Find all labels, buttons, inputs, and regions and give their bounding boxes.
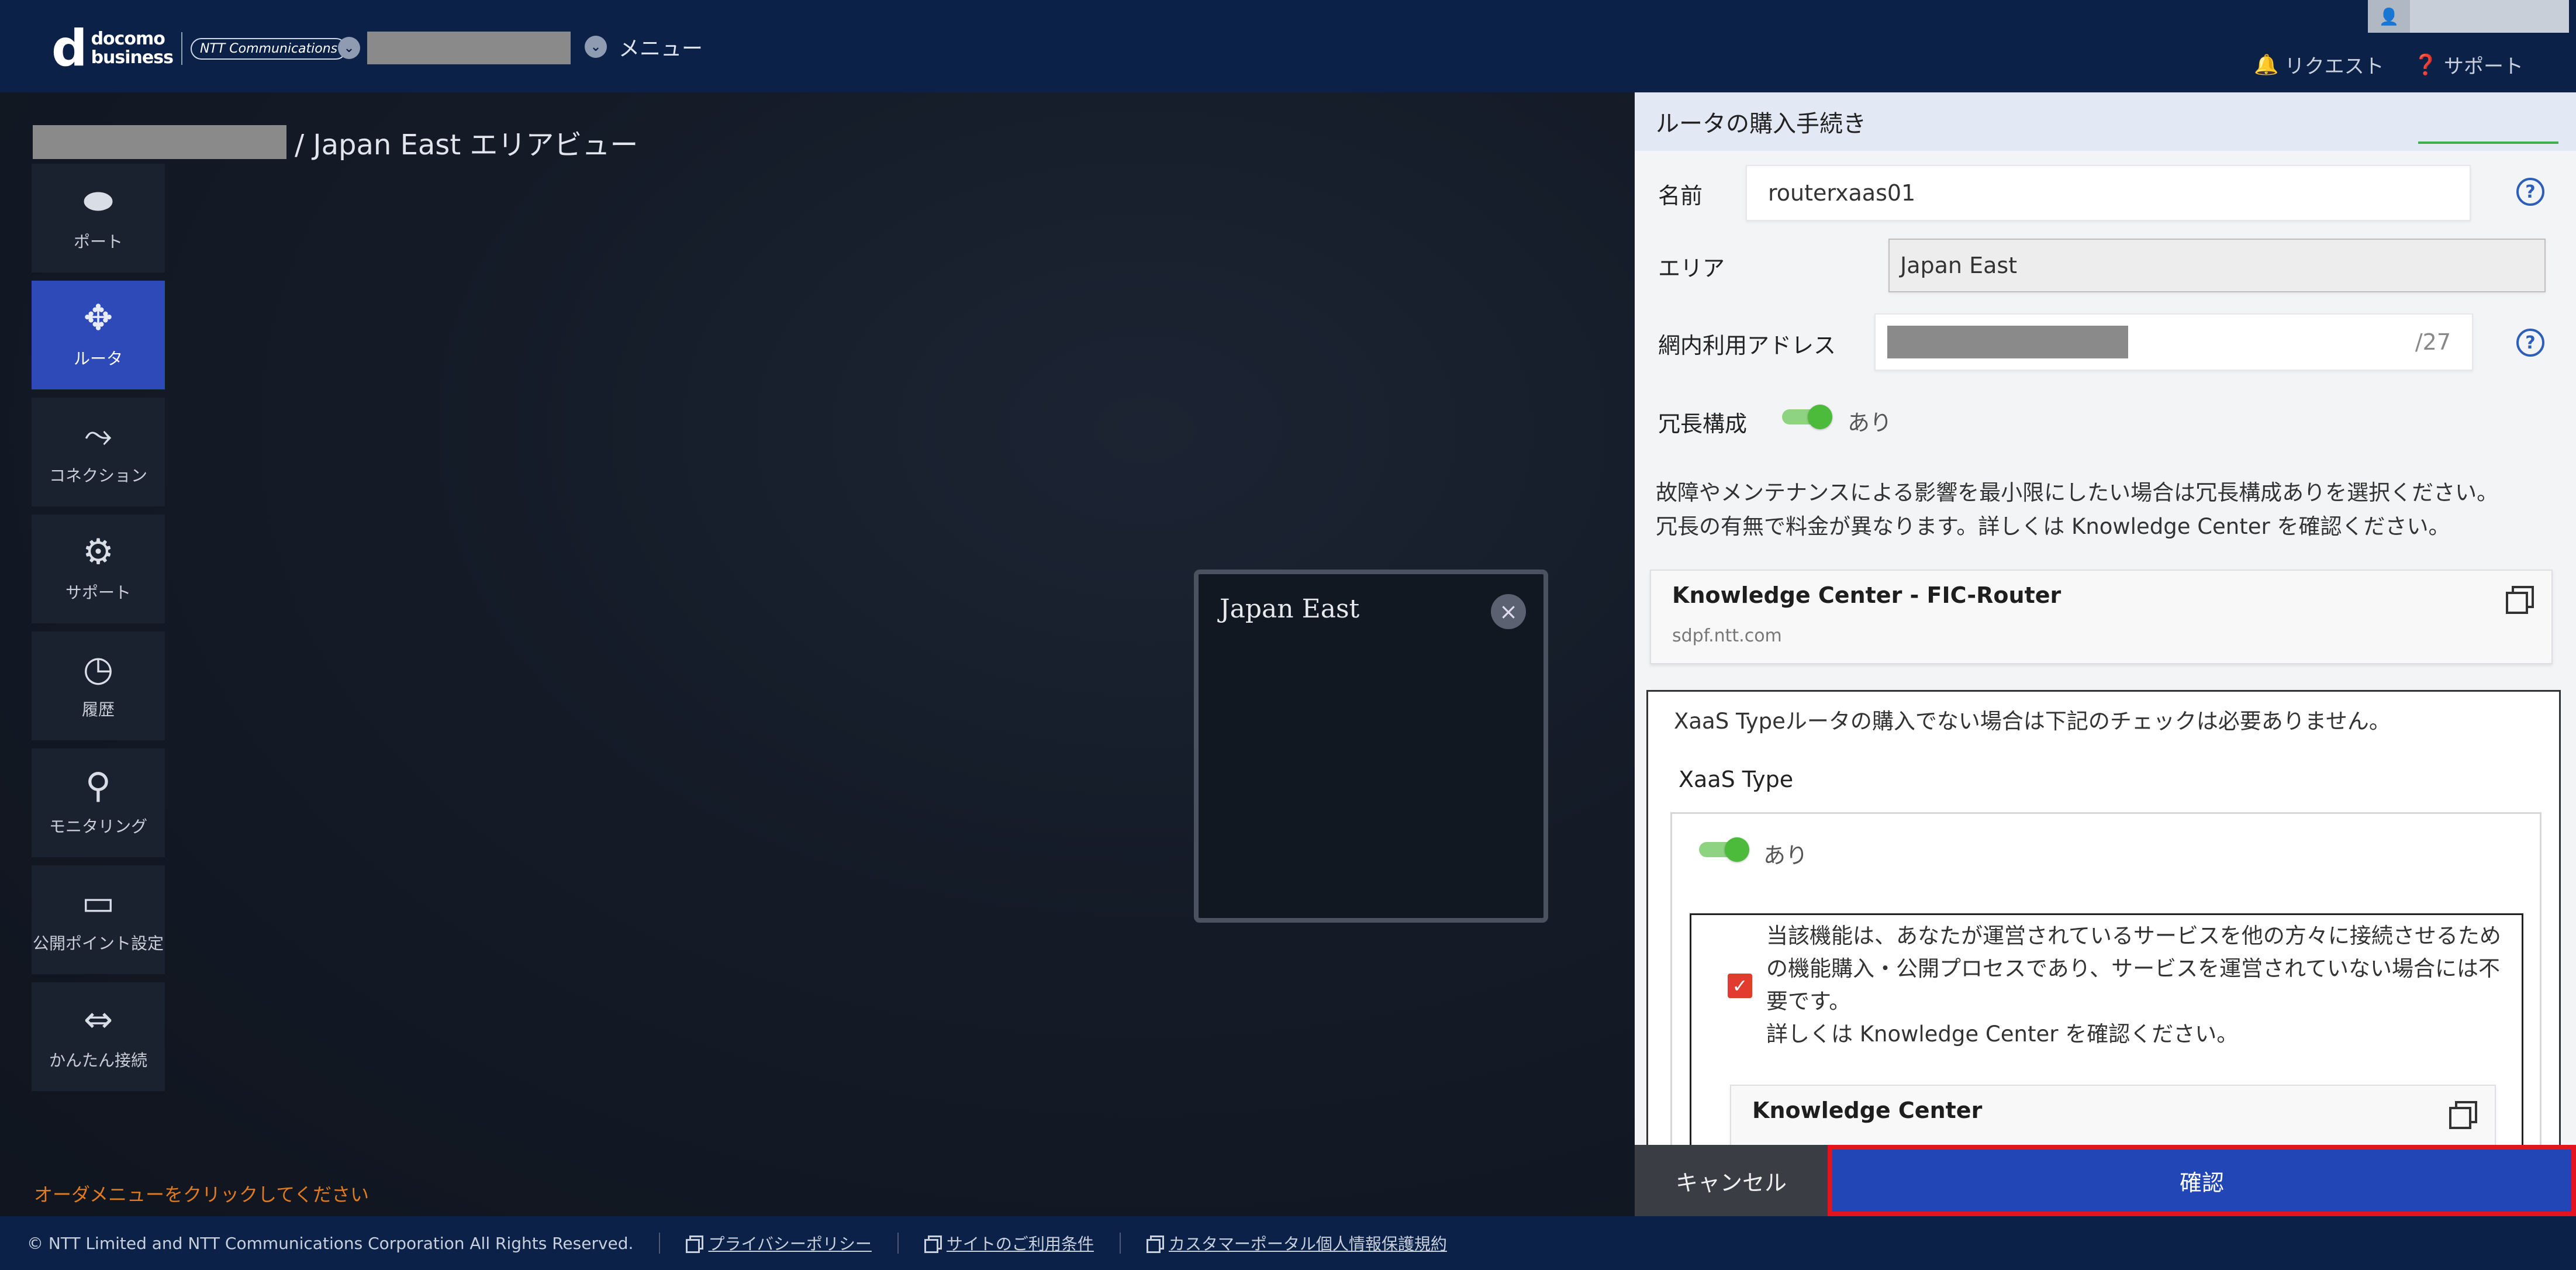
- port-icon: ⬬: [83, 181, 113, 222]
- sidebar-item-easy-connect[interactable]: ⇔ かんたん接続: [32, 982, 165, 1091]
- xaas-label: XaaS Type: [1679, 767, 1794, 792]
- help-icon[interactable]: ?: [2516, 329, 2544, 357]
- external-link-icon: [686, 1236, 704, 1253]
- support-icon: ⚙: [82, 532, 114, 572]
- user-menu[interactable]: 👤: [2368, 0, 2569, 33]
- menu-label: メニュー: [619, 37, 703, 61]
- knowledge-center-link-card[interactable]: Knowledge Center - FIC-Router sdpf.ntt.c…: [1650, 570, 2553, 664]
- chevron-down-icon: ⌄: [338, 37, 360, 59]
- kc-card-url: sdpf.ntt.com: [1672, 626, 1782, 646]
- sidebar-item-port[interactable]: ⬬ ポート: [32, 164, 165, 272]
- monitoring-icon: ⚲: [85, 765, 111, 806]
- sidebar-item-support[interactable]: ⚙ サポート: [32, 515, 165, 623]
- personal-info-link[interactable]: カスタマーポータル個人情報保護規約: [1146, 1231, 1447, 1255]
- xaas-intro: XaaS Typeルータの購入でない場合は下記のチェックは必要ありません。: [1674, 709, 2391, 734]
- address-prefix-suffix: /27: [2415, 329, 2451, 355]
- name-input[interactable]: routerxaas01: [1746, 165, 2471, 221]
- xaas-value: あり: [1763, 843, 1808, 868]
- name-label: 名前: [1658, 183, 1703, 209]
- xaas-toggle[interactable]: [1699, 837, 1749, 862]
- request-link[interactable]: 🔔 リクエスト: [2254, 50, 2384, 79]
- progress-underline: [2418, 142, 2558, 144]
- area-popup: Japan East ×: [1194, 570, 1548, 923]
- consent-checkbox[interactable]: ✓: [1728, 974, 1752, 998]
- sidebar-item-router[interactable]: ✥ ルータ: [32, 281, 165, 389]
- redundancy-value: あり: [1848, 410, 1893, 436]
- question-icon: ❓: [2413, 53, 2438, 77]
- tenant-name-masked: [367, 32, 571, 64]
- header-menu[interactable]: ⌄ メニュー: [585, 32, 703, 62]
- kc2-title: Knowledge Center: [1752, 1098, 1983, 1123]
- terms-link[interactable]: サイトのご利用条件: [924, 1231, 1094, 1255]
- bell-icon: 🔔: [2254, 53, 2279, 77]
- history-icon: ◷: [82, 648, 114, 689]
- redundancy-note: 故障やメンテナンスによる影響を最小限にしたい場合は冗長構成ありを選択ください。 …: [1656, 480, 2499, 539]
- logo-divider: [181, 32, 182, 65]
- address-input[interactable]: /27: [1874, 313, 2473, 371]
- area-field: Japan East: [1888, 239, 2546, 292]
- public-point-icon: ▭: [81, 882, 115, 923]
- logo-mark: d: [51, 19, 88, 78]
- order-sidebar: ⬬ ポート ✥ ルータ ⤳ コネクション ⚙ サポート ◷ 履歴 ⚲ モニタリン…: [32, 164, 166, 1099]
- cancel-button[interactable]: キャンセル: [1635, 1145, 1828, 1216]
- router-icon: ✥: [83, 298, 113, 339]
- popup-title: Japan East: [1220, 594, 1360, 624]
- redundancy-toggle[interactable]: [1782, 405, 1832, 429]
- logo-line-1: docomo: [91, 29, 165, 49]
- kc-card-title: Knowledge Center - FIC-Router: [1672, 582, 2062, 608]
- privacy-link[interactable]: プライバシーポリシー: [686, 1231, 872, 1255]
- consent-text: 当該機能は、あなたが運営されているサービスを他の方々に接続させるための機能購入・…: [1766, 923, 2501, 1047]
- router-purchase-panel: ルータの購入手続き 名前 routerxaas01 ? エリア Japan Ea…: [1635, 92, 2576, 1216]
- order-hint: オーダメニューをクリックしてください: [34, 1183, 370, 1206]
- copy-icon[interactable]: [2506, 586, 2534, 614]
- sidebar-item-connection[interactable]: ⤳ コネクション: [32, 398, 165, 506]
- header-tenant-selector[interactable]: ⌄: [338, 32, 571, 64]
- panel-title: ルータの購入手続き: [1635, 92, 2576, 151]
- top-header: d docomo business NTT Communications ⌄ ⌄…: [0, 0, 2576, 92]
- easy-connect-icon: ⇔: [83, 999, 113, 1040]
- chevron-down-icon: ⌄: [585, 36, 607, 58]
- redundancy-label: 冗長構成: [1658, 411, 1748, 437]
- action-bar: キャンセル 確認: [1635, 1145, 2576, 1216]
- area-view: / Japan East エリアビュー ⬬ ポート ✥ ルータ ⤳ コネクション…: [0, 92, 1635, 1216]
- area-label: エリア: [1658, 256, 1725, 281]
- logo-line-2: business: [91, 47, 174, 68]
- ntt-logo: NTT Communications: [190, 37, 347, 60]
- footer: © NTT Limited and NTT Communications Cor…: [0, 1216, 2576, 1270]
- breadcrumb-masked-segment[interactable]: [33, 125, 286, 159]
- address-masked-value: [1887, 326, 2128, 358]
- close-icon[interactable]: ×: [1491, 594, 1526, 629]
- xaas-section: XaaS Typeルータの購入でない場合は下記のチェックは必要ありません。 Xa…: [1646, 690, 2561, 1216]
- breadcrumb-current: / Japan East エリアビュー: [295, 129, 638, 161]
- docomo-business-logo[interactable]: d docomo business NTT Communications: [51, 23, 347, 74]
- connection-icon: ⤳: [84, 415, 112, 455]
- address-label: 網内利用アドレス: [1658, 333, 1836, 358]
- user-icon: 👤: [2368, 0, 2410, 33]
- sidebar-item-monitoring[interactable]: ⚲ モニタリング: [32, 748, 165, 857]
- support-link[interactable]: ❓ サポート: [2413, 50, 2523, 79]
- help-icon[interactable]: ?: [2516, 178, 2544, 206]
- confirm-button[interactable]: 確認: [1828, 1145, 2576, 1216]
- sidebar-item-public-point[interactable]: ▭ 公開ポイント設定: [32, 865, 165, 974]
- copy-icon[interactable]: [2449, 1101, 2477, 1129]
- breadcrumb: / Japan East エリアビュー: [33, 122, 638, 163]
- external-link-icon: [924, 1236, 942, 1253]
- sidebar-item-history[interactable]: ◷ 履歴: [32, 631, 165, 740]
- external-link-icon: [1146, 1236, 1164, 1253]
- copyright: © NTT Limited and NTT Communications Cor…: [27, 1233, 634, 1253]
